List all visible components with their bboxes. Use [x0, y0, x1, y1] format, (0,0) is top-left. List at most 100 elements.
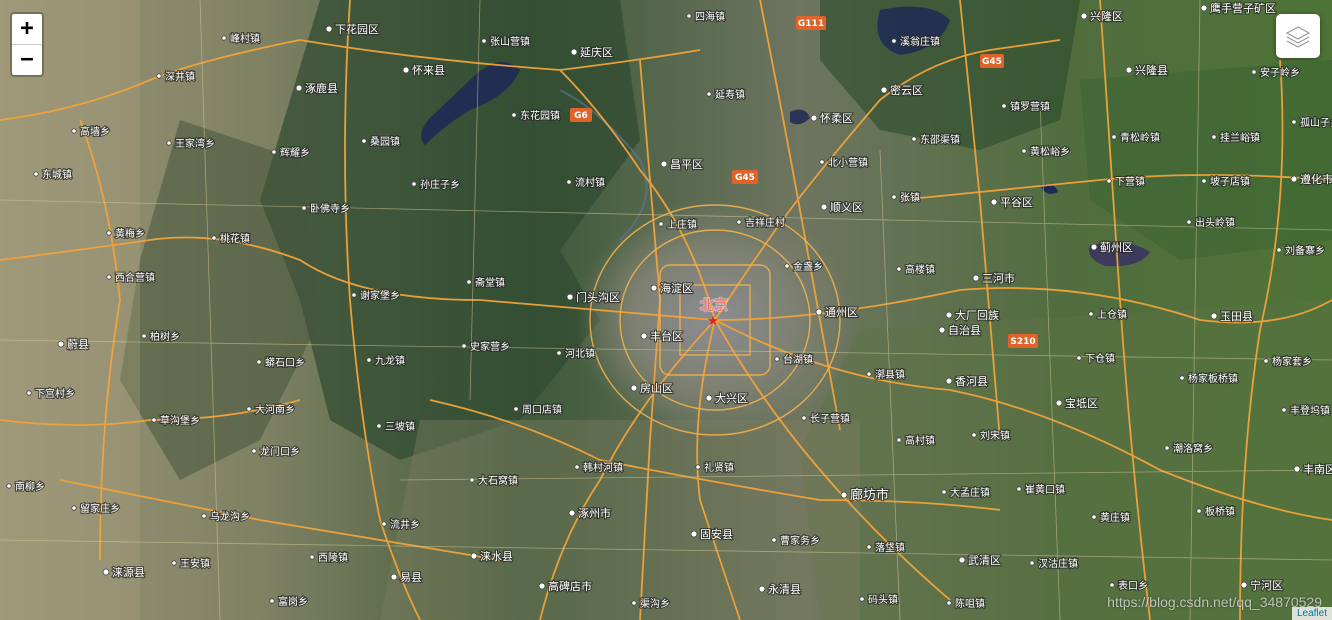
place-town-marker[interactable]: 坡子店镇 [1201, 174, 1251, 189]
place-town-marker[interactable]: 溪翁庄镇 [891, 34, 941, 49]
svg-text:G111: G111 [798, 19, 824, 29]
place-label: 草沟堡乡 [160, 414, 200, 427]
place-dot-icon [351, 292, 357, 298]
place-label: 大厂回族 [955, 308, 999, 322]
place-label: 兴隆县 [1135, 63, 1168, 77]
place-town-marker[interactable]: 曹家务乡 [771, 533, 821, 548]
place-town-marker[interactable]: 史家营乡 [461, 339, 511, 354]
place-town-marker[interactable]: 大石窝镇 [469, 473, 519, 488]
attribution-link[interactable]: Leaflet [1291, 607, 1332, 620]
place-label: 上仓镇 [1097, 308, 1127, 321]
place-dot-icon [246, 406, 252, 412]
place-label: 宁河区 [1250, 578, 1283, 592]
place-town-marker[interactable]: 杨家套乡 [1263, 354, 1313, 369]
place-dot-icon [295, 84, 303, 92]
place-label: 黄梅乡 [115, 227, 145, 240]
capital-label: 北京 [700, 298, 728, 314]
place-town-marker[interactable]: 丰登坞镇 [1281, 403, 1331, 418]
place-town-marker[interactable]: 青松岭镇 [1111, 130, 1161, 145]
place-town-marker[interactable]: 王家湾乡 [166, 136, 216, 151]
place-dot-icon [469, 477, 475, 483]
place-town-marker[interactable]: 东邵渠镇 [911, 132, 961, 147]
map-viewport[interactable]: G111 G45 G6 G45 S210 北京 ★ 兴隆区 四海镇 溪翁庄镇 鹰手营子… [0, 0, 1332, 620]
zoom-out-button[interactable]: − [12, 45, 42, 75]
place-dot-icon [71, 128, 77, 134]
place-town-marker[interactable]: 蟒石口乡 [256, 355, 306, 370]
place-label: 香河县 [955, 375, 988, 388]
place-town-marker[interactable]: 谢家堡乡 [351, 288, 401, 303]
place-label: 涿州市 [578, 506, 611, 520]
place-town-marker[interactable]: 吉祥庄村 [736, 215, 786, 230]
place-dot-icon [269, 598, 275, 604]
place-dot-icon [1125, 66, 1133, 74]
place-label: 丰登坞镇 [1290, 404, 1330, 417]
place-dot-icon [256, 359, 262, 365]
place-town-marker[interactable]: 潮洛窝乡 [1164, 441, 1214, 456]
place-label: 谢家堡乡 [360, 289, 400, 302]
layers-control-button[interactable] [1276, 14, 1320, 58]
place-dot-icon [859, 596, 865, 602]
svg-text:G45: G45 [735, 173, 755, 183]
place-label: 丰南区 [1303, 463, 1332, 476]
place-label: 高村镇 [905, 434, 935, 447]
place-town-marker[interactable]: 大孟庄镇 [941, 485, 991, 500]
place-dot-icon [301, 205, 307, 211]
place-label: 涞水县 [480, 550, 513, 563]
place-town-marker[interactable]: 东花园镇 [511, 108, 561, 123]
place-dot-icon [650, 284, 658, 292]
place-district-marker[interactable]: 鹰手营子矿区 [1200, 0, 1277, 16]
place-town-marker[interactable]: 韩村河镇 [574, 460, 624, 475]
place-town-marker[interactable]: 草沟堡乡 [151, 413, 201, 428]
place-label: 鹰手营子矿区 [1210, 1, 1276, 15]
place-label: 刘备寨乡 [1285, 244, 1325, 257]
place-town-marker[interactable]: 长子营镇 [801, 411, 851, 426]
place-label: 潮洛窝乡 [1173, 442, 1213, 455]
place-town-marker[interactable]: 下宫村乡 [26, 386, 76, 401]
place-dot-icon [1076, 355, 1082, 361]
place-town-marker[interactable]: 留家庄乡 [71, 501, 121, 516]
place-town-marker[interactable]: 龙门口乡 [251, 444, 301, 459]
place-dot-icon [1001, 103, 1007, 109]
place-label: 韩村河镇 [583, 461, 623, 474]
place-label: 西合营镇 [115, 271, 155, 284]
place-town-marker[interactable]: 杨家板桥镇 [1179, 371, 1239, 386]
place-dot-icon [1291, 119, 1297, 125]
place-town-marker[interactable]: 西合营镇 [106, 270, 156, 285]
place-town-marker[interactable]: 出头岭镇 [1186, 215, 1236, 230]
place-label: 四海镇 [695, 10, 725, 23]
place-town-marker[interactable]: 挂兰峪镇 [1211, 130, 1261, 145]
place-dot-icon [866, 544, 872, 550]
place-town-marker[interactable]: 北小营镇 [819, 155, 869, 170]
place-town-marker[interactable]: 孙庄子乡 [411, 177, 461, 192]
place-town-marker[interactable]: 张山营镇 [481, 34, 531, 49]
place-dot-icon [1088, 311, 1094, 317]
place-dot-icon [640, 332, 648, 340]
place-town-marker[interactable]: 乌龙沟乡 [201, 509, 251, 524]
place-label: 顺义区 [830, 201, 863, 214]
place-town-marker[interactable]: 黄松峪乡 [1021, 144, 1071, 159]
place-town-marker[interactable]: 安子岭乡 [1251, 65, 1301, 80]
place-town-marker[interactable]: 大河南乡 [246, 402, 296, 417]
place-label: 大孟庄镇 [950, 486, 990, 499]
svg-text:G6: G6 [574, 111, 588, 121]
place-town-marker[interactable]: 卧佛寺乡 [301, 201, 351, 216]
place-dot-icon [945, 311, 953, 319]
place-town-marker[interactable]: 镇罗营镇 [1001, 99, 1051, 114]
place-label: 大石窝镇 [478, 474, 518, 487]
place-town-marker[interactable]: 崔黄口镇 [1016, 482, 1066, 497]
place-label: 出头岭镇 [1195, 216, 1235, 229]
place-dot-icon [946, 600, 952, 606]
place-label: 自治县 [948, 323, 981, 337]
place-label: 桃花镇 [220, 232, 250, 245]
satellite-map[interactable]: G111 G45 G6 G45 S210 北京 ★ 兴隆区 四海镇溪翁庄镇 鹰手营子… [0, 0, 1332, 620]
place-label: 周口店镇 [522, 403, 562, 416]
place-label: 张山营镇 [490, 35, 530, 48]
place-label: 留家庄乡 [80, 502, 120, 515]
place-town-marker[interactable]: 周口店镇 [513, 402, 563, 417]
place-label: 蟒石口乡 [265, 356, 305, 369]
zoom-in-button[interactable]: + [12, 14, 42, 45]
place-label: 昌平区 [670, 158, 703, 171]
place-dot-icon [411, 181, 417, 187]
place-town-marker[interactable]: 刘备寨乡 [1276, 243, 1326, 258]
place-town-marker[interactable]: 汊沽庄镇 [1029, 556, 1079, 571]
